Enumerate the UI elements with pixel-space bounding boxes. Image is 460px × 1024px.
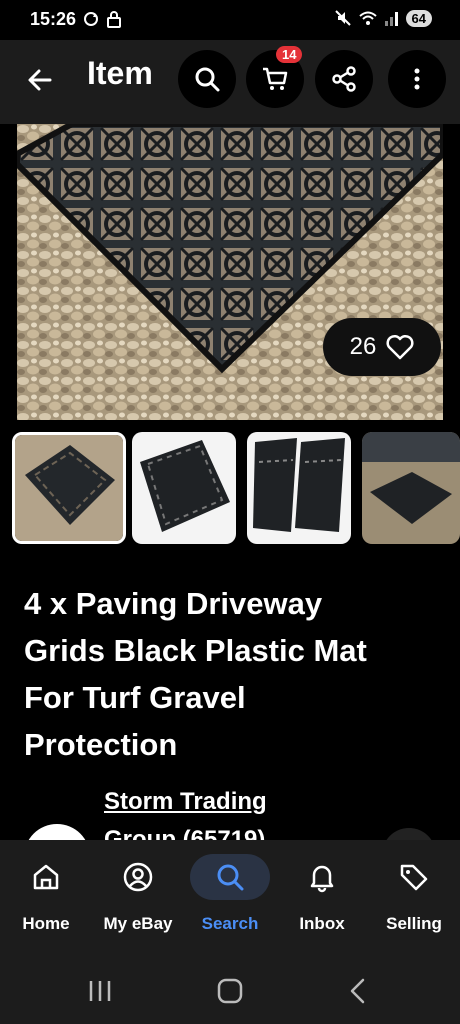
cart-icon: [263, 67, 288, 90]
nav-icon-wrap: [190, 854, 270, 900]
cart-badge: 14: [276, 46, 303, 63]
nav-inbox[interactable]: Inbox: [276, 854, 368, 934]
battery-indicator: 64: [405, 9, 432, 27]
home-icon: [33, 864, 59, 890]
nav-icon-wrap: [282, 854, 362, 900]
seller-action-button[interactable]: [382, 828, 436, 840]
recent-apps-button[interactable]: [80, 976, 120, 1006]
heart-icon: [386, 334, 414, 360]
search-icon: [195, 67, 220, 92]
sync-icon: [84, 12, 98, 26]
seller-feedback-link[interactable]: Group (65719): [104, 826, 265, 840]
nav-icon-wrap: [374, 854, 454, 900]
nav-label: Search: [201, 914, 259, 933]
more-icon: [414, 68, 420, 90]
listing-title-line: Protection: [24, 727, 178, 762]
back-system-button[interactable]: [338, 976, 378, 1006]
main-content: 26 4 x Paving Driveway Grids Black Plast…: [0, 124, 460, 840]
nav-home[interactable]: Home: [0, 854, 92, 934]
wifi-icon: [358, 11, 377, 25]
thumbnail-4[interactable]: [362, 432, 460, 544]
signal-icon: [384, 12, 398, 26]
thumbnail-3[interactable]: [247, 432, 351, 544]
thumbnail-2[interactable]: [132, 432, 236, 544]
nav-label: Home: [22, 914, 70, 933]
bottom-nav: Home My eBay Search Inbox Selling: [0, 840, 460, 958]
recent-apps-icon: [89, 981, 111, 1001]
status-time: 15:26: [30, 9, 77, 29]
home-system-button[interactable]: [210, 976, 250, 1006]
status-left-icons: [82, 10, 122, 28]
chevron-left-icon: [350, 978, 365, 1004]
listing-title-line: 4 x Paving Driveway: [24, 586, 323, 621]
seller-name-link[interactable]: Storm Trading: [104, 788, 267, 816]
listing-title-line: For Turf Gravel: [24, 680, 246, 715]
profile-icon: [123, 862, 153, 892]
share-icon: [332, 66, 356, 92]
app-bar: Item 14: [0, 40, 460, 124]
bell-icon: [310, 865, 334, 893]
share-button[interactable]: [315, 50, 373, 108]
thumbnail-1[interactable]: [12, 432, 126, 544]
watch-button[interactable]: 26: [323, 318, 441, 376]
cart-button[interactable]: 14: [246, 46, 304, 108]
nav-icon-wrap: [98, 854, 178, 900]
seller-row: Storm Trading Group (65719): [0, 784, 460, 840]
system-nav-bar: [0, 958, 460, 1024]
search-button[interactable]: [178, 50, 236, 108]
mute-icon: [334, 10, 351, 26]
product-image[interactable]: 26: [17, 124, 443, 420]
status-right: 64: [334, 9, 432, 27]
status-bar: 15:26 64: [0, 0, 460, 40]
nav-my-ebay[interactable]: My eBay: [92, 854, 184, 934]
back-button[interactable]: [20, 60, 60, 100]
watch-count: 26: [349, 333, 377, 360]
nav-label: My eBay: [103, 914, 173, 933]
lock-icon: [107, 11, 121, 28]
nav-label: Selling: [386, 914, 442, 933]
listing-title-line: Grids Black Plastic Mat: [24, 633, 367, 668]
more-options-button[interactable]: [388, 50, 446, 108]
tag-icon: [400, 864, 428, 891]
back-arrow-icon: [28, 69, 52, 91]
listing-title: 4 x Paving Driveway Grids Black Plastic …: [24, 580, 434, 768]
nav-selling[interactable]: Selling: [368, 854, 460, 934]
nav-search[interactable]: Search: [184, 854, 276, 934]
seller-avatar[interactable]: [24, 824, 90, 840]
page-title: Item: [87, 55, 153, 91]
home-square-icon: [217, 978, 243, 1004]
nav-label: Inbox: [299, 914, 345, 933]
thumbnail-strip[interactable]: [12, 432, 460, 544]
search-icon: [217, 864, 244, 891]
nav-icon-wrap: [6, 854, 86, 900]
